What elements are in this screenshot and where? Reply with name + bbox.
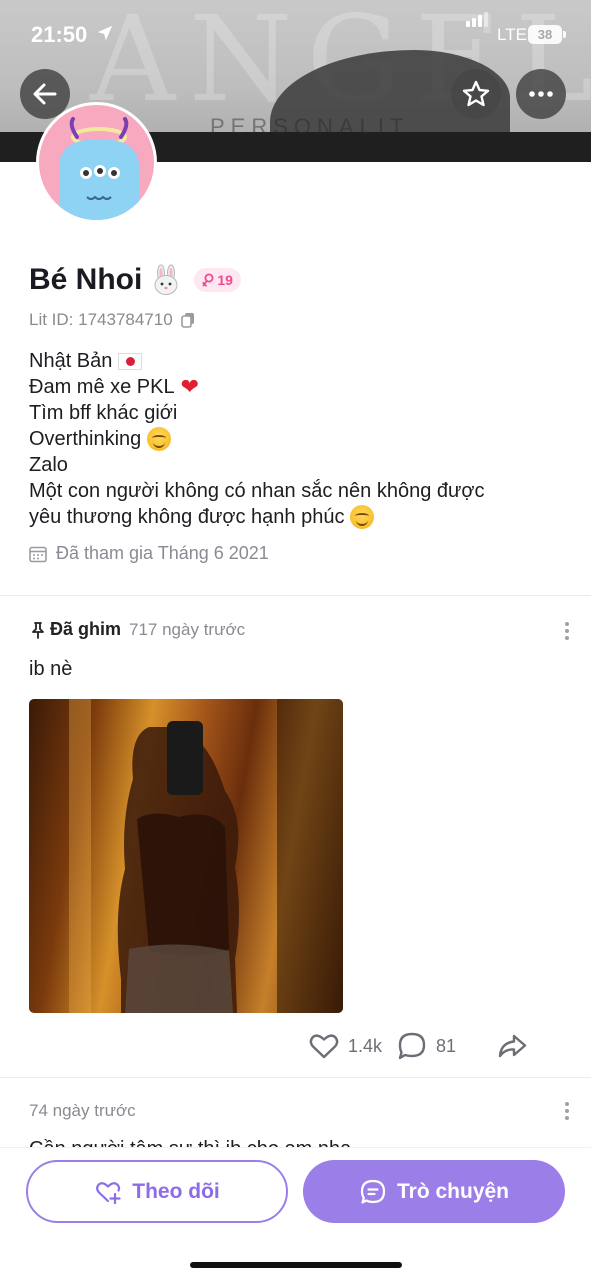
follow-label: Theo dõi <box>132 1179 220 1203</box>
heart-plus-icon <box>96 1181 121 1204</box>
age-value: 19 <box>217 272 233 288</box>
lit-id-row[interactable]: Lit ID: 1743784710 <box>29 310 195 330</box>
status-bar: 21:50 LTE 38 <box>0 0 591 70</box>
heart-icon[interactable] <box>308 1030 340 1062</box>
star-icon <box>462 80 490 107</box>
profile-bio: Nhật Bản Đam mê xe PKL ❤ Tìm bff khác giớ… <box>29 348 485 530</box>
more-button[interactable] <box>516 69 566 119</box>
home-indicator[interactable] <box>190 1262 402 1268</box>
arrow-left-icon <box>33 83 57 105</box>
profile-name-row: Bé Nhoi 19 <box>29 263 241 297</box>
battery-icon: 38 <box>528 25 562 44</box>
post-time: 74 ngày trước <box>29 1101 136 1120</box>
profile-name: Bé Nhoi <box>29 263 143 296</box>
japan-flag-icon <box>118 352 143 370</box>
comment-icon[interactable] <box>396 1030 428 1062</box>
bio-line: Overthinking <box>29 426 485 452</box>
like-count: 1.4k <box>348 1035 383 1056</box>
post-time: 717 ngày trước <box>129 619 246 639</box>
post-photo-silhouette <box>69 699 343 1013</box>
red-heart-icon: ❤ <box>180 374 200 399</box>
post-header: Đã ghim 717 ngày trước <box>29 619 245 640</box>
post-text: ib nè <box>29 658 73 680</box>
chat-button[interactable]: Trò chuyện <box>303 1160 565 1223</box>
status-time: 21:50 <box>31 22 88 47</box>
post-menu-button[interactable] <box>564 1102 570 1120</box>
post-menu-button[interactable] <box>564 622 570 640</box>
chat-label: Trò chuyện <box>396 1179 510 1203</box>
share-icon[interactable] <box>496 1030 528 1062</box>
network-type: LTE <box>497 25 527 44</box>
monster-avatar-icon <box>59 117 139 220</box>
avatar[interactable] <box>36 102 157 223</box>
location-arrow-icon <box>97 25 113 41</box>
joined-date: Đã tham gia Tháng 6 2021 <box>29 543 269 564</box>
female-symbol-icon <box>202 273 214 287</box>
bio-line: Nhật Bản <box>29 348 485 374</box>
favorite-button[interactable] <box>451 69 501 119</box>
bio-line: yêu thương không được hạnh phúc <box>29 504 485 530</box>
more-horizontal-icon <box>529 91 553 97</box>
bio-line: Đam mê xe PKL ❤ <box>29 374 200 399</box>
bio-line: Một con người không có nhan sắc nên khôn… <box>29 480 485 502</box>
post-divider <box>0 1077 591 1078</box>
bio-line: Zalo <box>29 454 68 476</box>
bottom-action-bar: Theo dõi Trò chuyện <box>0 1148 591 1280</box>
lit-id: Lit ID: 1743784710 <box>29 310 173 329</box>
bio-line: Tìm bff khác giới <box>29 402 178 424</box>
cover-caption: PERSONALIT <box>210 114 410 139</box>
copy-icon[interactable] <box>180 312 195 328</box>
comment-count: 81 <box>436 1035 457 1056</box>
post-photo[interactable] <box>29 699 343 1013</box>
calendar-icon <box>29 546 47 562</box>
rabbit-face-icon <box>154 264 178 295</box>
age-badge: 19 <box>194 268 241 292</box>
pinned-label: Đã ghim <box>29 619 121 640</box>
post-actions: 1.4k 81 <box>308 1030 528 1062</box>
section-divider <box>0 595 591 596</box>
chat-bubble-icon <box>360 1179 386 1204</box>
pin-icon <box>32 621 44 639</box>
battery-tip <box>563 31 566 38</box>
smiling-face-icon <box>147 427 172 451</box>
smiling-face-icon <box>350 505 375 529</box>
follow-button[interactable]: Theo dõi <box>26 1160 288 1223</box>
